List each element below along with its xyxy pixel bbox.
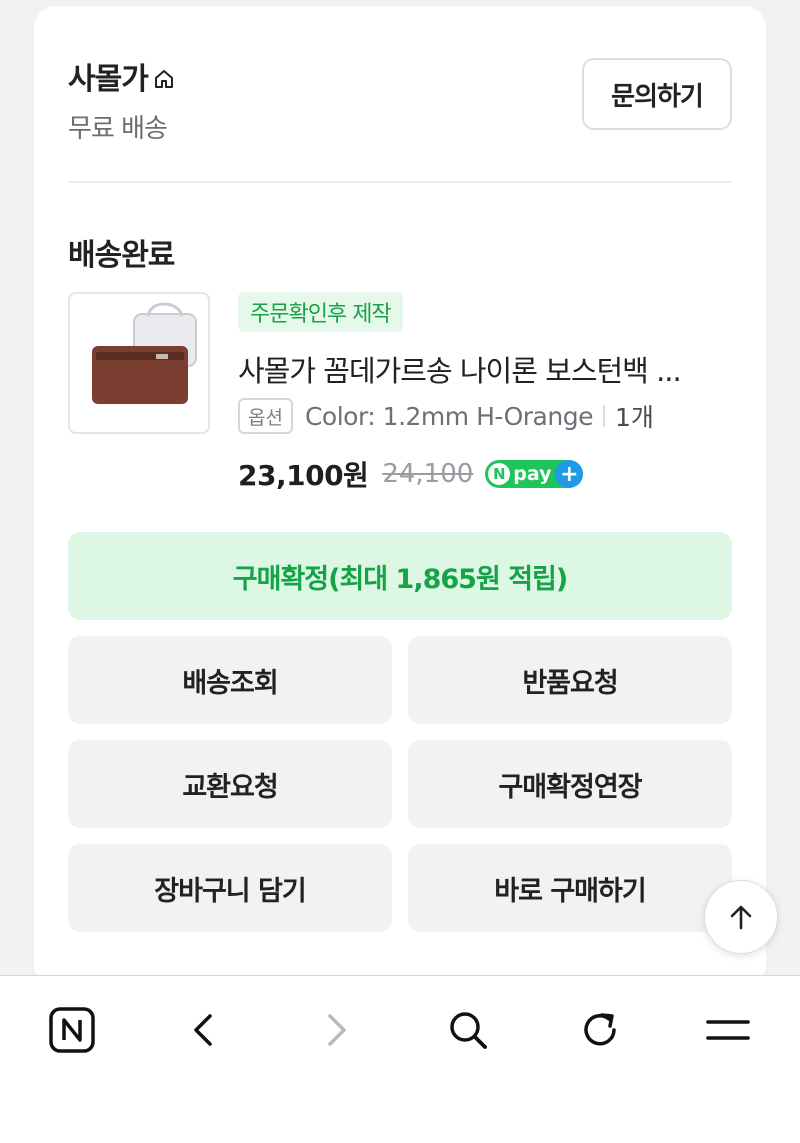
original-price: 24,100 [382,459,474,489]
buy-now-button[interactable]: 바로 구매하기 [408,844,732,932]
option-separator [602,405,605,427]
divider [68,181,732,183]
option-badge: 옵션 [238,398,293,434]
add-to-cart-button[interactable]: 장바구니 담기 [68,844,392,932]
delivery-status: 배송완료 [68,238,175,273]
forward-arrow-icon[interactable] [308,1002,364,1058]
menu-icon[interactable] [700,1002,756,1058]
search-icon[interactable] [440,1002,496,1058]
npay-plus-badge: N pay + [485,460,584,488]
browser-toolbar [0,975,800,1143]
scroll-to-top-button[interactable] [704,880,778,954]
return-request-button[interactable]: 반품요청 [408,636,732,724]
npay-n-icon: N [488,463,511,485]
naver-n-icon[interactable] [44,1002,100,1058]
extend-confirm-button[interactable]: 구매확정연장 [408,740,732,828]
seller-name[interactable]: 사몰가 [68,54,176,98]
arrow-up-icon [730,905,752,930]
exchange-request-button[interactable]: 교환요청 [68,740,392,828]
price-row: 23,100원 24,100 N pay + [238,454,584,494]
shipping-info: 무료 배송 [68,114,168,144]
inquiry-button[interactable]: 문의하기 [582,58,732,130]
confirm-purchase-button[interactable]: 구매확정(최대 1,865원 적립) [68,532,732,620]
track-delivery-button[interactable]: 배송조회 [68,636,392,724]
quantity: 1개 [614,403,654,432]
refresh-icon[interactable] [572,1002,628,1058]
plus-icon: + [555,460,584,488]
npay-label: pay [513,463,552,485]
order-card: 사몰가 무료 배송 문의하기 배송완료 주문확인후 제작 사몰가 꼼데가르송 나… [34,6,766,986]
option-row: 옵션 Color: 1.2mm H-Orange 1개 [238,398,654,434]
product-thumbnail[interactable] [68,292,210,434]
made-to-order-tag: 주문확인후 제작 [238,292,403,332]
product-name[interactable]: 사몰가 꼼데가르송 나이론 보스턴백 ... [238,348,718,390]
home-icon[interactable] [152,64,176,88]
back-arrow-icon[interactable] [176,1002,232,1058]
option-value: Color: 1.2mm H-Orange [304,401,594,431]
sale-price: 23,100원 [238,459,369,492]
seller-name-label[interactable]: 사몰가 [68,54,149,98]
